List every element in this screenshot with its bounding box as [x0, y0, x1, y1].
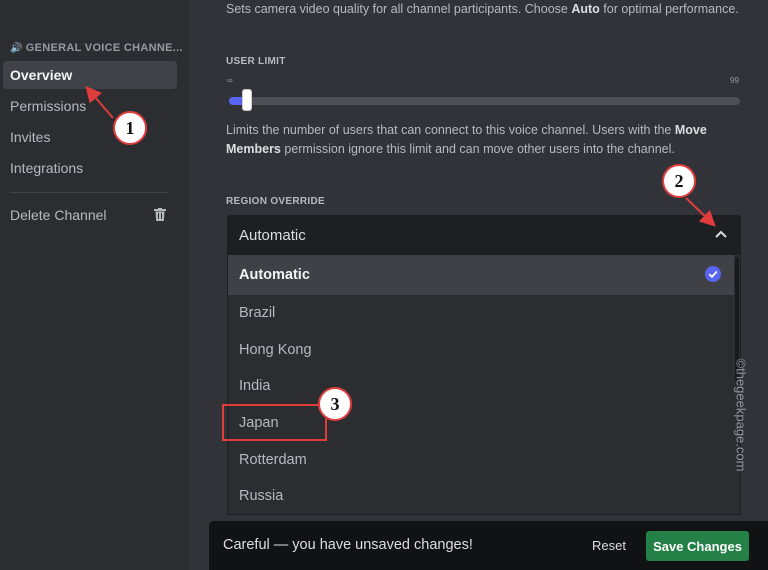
- save-changes-button[interactable]: Save Changes: [646, 531, 749, 561]
- delete-channel-button[interactable]: Delete Channel: [3, 201, 177, 229]
- region-select-value: Automatic: [239, 226, 306, 244]
- region-override-label: REGION OVERRIDE: [226, 196, 325, 207]
- sidebar-item-label: Integrations: [10, 160, 84, 176]
- unsaved-message: Careful — you have unsaved changes!: [223, 537, 473, 553]
- watermark-text: ©thegeekpage.com: [733, 358, 749, 472]
- slider-max-label: 99: [730, 76, 739, 85]
- callout-3: 3: [318, 387, 352, 421]
- japan-highlight-box: [222, 404, 327, 441]
- sidebar-header: 🔊 GENERAL VOICE CHANNE...: [10, 42, 183, 54]
- video-quality-description: Sets camera video quality for all channe…: [226, 2, 739, 16]
- speaker-icon: 🔊: [10, 42, 23, 54]
- region-option-label: Hong Kong: [239, 342, 312, 358]
- callout-1: 1: [113, 111, 147, 145]
- delete-channel-label: Delete Channel: [10, 207, 107, 223]
- sidebar-item-invites[interactable]: Invites: [3, 123, 177, 151]
- sidebar-item-integrations[interactable]: Integrations: [3, 154, 177, 182]
- sidebar-item-label: Invites: [10, 129, 51, 145]
- region-options-list: Automatic Brazil Hong Kong India Japan R…: [227, 255, 741, 515]
- check-circle-icon: [705, 266, 721, 282]
- sidebar-item-overview[interactable]: Overview: [3, 61, 177, 89]
- region-option-india[interactable]: India: [228, 367, 734, 405]
- region-option-russia[interactable]: Russia: [228, 477, 734, 514]
- region-option-label: Russia: [239, 488, 284, 504]
- user-limit-slider-track[interactable]: [229, 97, 740, 105]
- user-limit-help: Limits the number of users that can conn…: [226, 123, 707, 156]
- region-option-hong-kong[interactable]: Hong Kong: [228, 331, 734, 369]
- region-option-brazil[interactable]: Brazil: [228, 294, 734, 332]
- trash-icon[interactable]: [154, 208, 166, 221]
- settings-sidebar: 🔊 GENERAL VOICE CHANNE... Overview Permi…: [0, 0, 189, 570]
- sidebar-item-label: Overview: [10, 67, 73, 83]
- user-limit-slider-handle[interactable]: [242, 89, 253, 111]
- reset-button[interactable]: Reset: [592, 538, 626, 553]
- region-select[interactable]: Automatic: [227, 215, 741, 255]
- region-option-label: Rotterdam: [239, 452, 307, 468]
- callout-2: 2: [662, 164, 696, 198]
- region-option-label: India: [239, 378, 271, 394]
- slider-min-label: ∞: [227, 76, 233, 85]
- user-limit-label: USER LIMIT: [226, 56, 286, 67]
- region-option-automatic[interactable]: Automatic: [228, 255, 734, 295]
- sidebar-item-label: Permissions: [10, 98, 87, 114]
- region-option-label: Automatic: [239, 267, 310, 283]
- chevron-up-icon[interactable]: [715, 230, 727, 238]
- unsaved-changes-bar: Careful — you have unsaved changes! Rese…: [209, 521, 768, 570]
- region-option-rotterdam[interactable]: Rotterdam: [228, 441, 734, 479]
- region-option-label: Brazil: [239, 305, 276, 321]
- sidebar-item-permissions[interactable]: Permissions: [3, 92, 177, 120]
- channel-name-label: GENERAL VOICE CHANNE...: [25, 42, 183, 54]
- sidebar-divider: [10, 192, 168, 193]
